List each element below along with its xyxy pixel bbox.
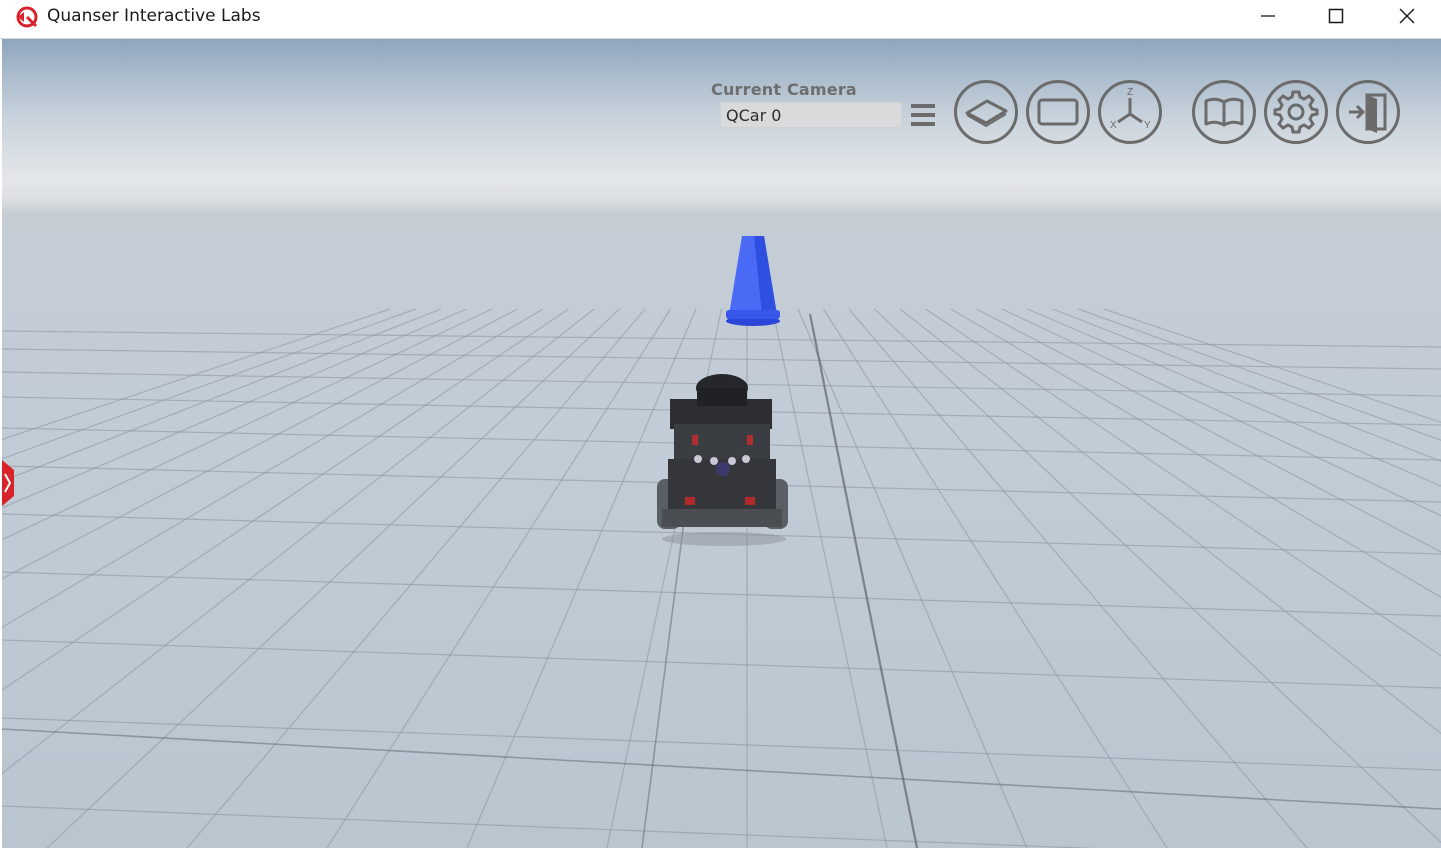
plane-icon <box>965 99 1008 128</box>
minimize-icon <box>1261 15 1275 17</box>
grid-line <box>2 639 1441 689</box>
rectangle-icon <box>1037 98 1079 126</box>
grid-line <box>797 308 1028 848</box>
axes-view-button[interactable]: Z X Y <box>1098 80 1162 144</box>
quanser-logo-icon <box>14 4 40 30</box>
side-panel-toggle-icon[interactable] <box>2 460 14 506</box>
ground-plane-view-button[interactable] <box>954 80 1018 144</box>
book-icon <box>1204 97 1244 127</box>
grid-line <box>1052 308 1441 462</box>
grid-line <box>466 308 697 848</box>
close-icon <box>1399 8 1415 24</box>
axis-x-label: X <box>1110 120 1117 131</box>
xyz-axes-icon: Z X Y <box>1110 87 1151 131</box>
minimize-button[interactable] <box>1233 0 1303 32</box>
grid-line <box>2 308 569 691</box>
camera-menu-button[interactable] <box>909 102 937 128</box>
maximize-button[interactable] <box>1301 0 1371 32</box>
settings-button[interactable] <box>1264 80 1328 144</box>
exit-button[interactable] <box>1336 80 1400 144</box>
close-button[interactable] <box>1372 0 1441 32</box>
scene-canvas <box>2 236 1441 848</box>
grid-line <box>326 308 672 848</box>
window-title: Quanser Interactive Labs <box>47 6 261 26</box>
gear-icon <box>1273 90 1319 134</box>
grid-line <box>2 571 1441 617</box>
grid-line <box>771 308 888 848</box>
qcar-vehicle <box>657 374 788 546</box>
blue-traffic-cone <box>726 236 780 326</box>
grid-line <box>2 330 1441 348</box>
grid-line <box>186 308 646 848</box>
grid-line <box>2 308 595 775</box>
grid-line <box>1103 308 1441 423</box>
maximize-icon <box>1328 8 1344 24</box>
grid-line <box>2 348 1441 370</box>
axis-z-label: Z <box>1127 87 1133 98</box>
current-camera-label: Current Camera <box>711 80 857 99</box>
fullscreen-view-button[interactable] <box>1026 80 1090 144</box>
grid-line <box>822 308 1168 848</box>
grid-line <box>2 308 518 580</box>
simulation-viewport[interactable] <box>2 39 1441 848</box>
grid-line <box>2 308 493 541</box>
help-button[interactable] <box>1192 80 1256 144</box>
grid-line <box>46 308 620 848</box>
grid-line <box>2 308 544 629</box>
exit-door-icon <box>1349 93 1387 133</box>
window-titlebar: Quanser Interactive Labs <box>0 0 1441 39</box>
hamburger-menu-icon <box>911 104 935 126</box>
grid-line <box>2 717 1441 771</box>
axis-y-label: Y <box>1144 120 1151 131</box>
camera-select[interactable]: QCar 0 <box>720 102 902 128</box>
